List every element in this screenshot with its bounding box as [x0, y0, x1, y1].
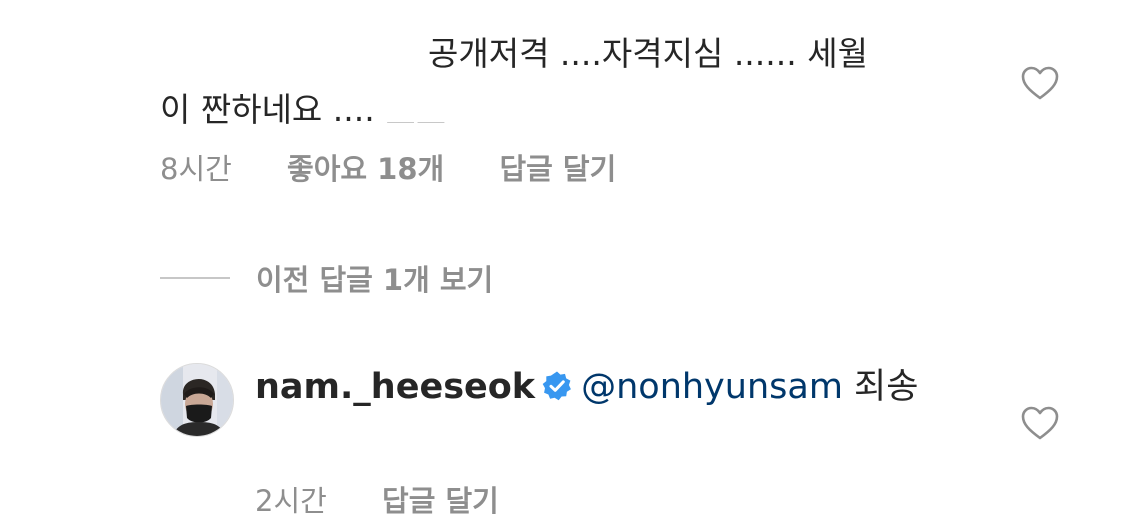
comment-username[interactable]: nam._heeseok: [255, 367, 535, 407]
reply-comment: nam._heeseok @nonhyunsam 죄송: [255, 362, 975, 412]
comment-meta: 8시간 좋아요 18개 답글 달기: [160, 146, 662, 188]
reply-button[interactable]: 답글 달기: [382, 484, 499, 518]
verified-badge-icon: [541, 370, 573, 402]
reply-meta: 2시간 답글 달기: [255, 478, 545, 520]
profile-photo: [161, 364, 233, 436]
comments-panel: 공개저격 ....자격지심 ...... 세월 이 짠하네요 .... ㅜㅜ 8…: [0, 0, 1125, 530]
like-count[interactable]: 좋아요 18개: [287, 152, 444, 186]
heart-outline-icon: [1021, 406, 1059, 440]
divider-line: [160, 277, 230, 279]
comment-time[interactable]: 8시간: [160, 152, 232, 186]
avatar[interactable]: [160, 363, 234, 437]
reply-time[interactable]: 2시간: [255, 484, 327, 518]
heart-outline-icon: [1021, 66, 1059, 100]
comment-line-2: 이 짠하네요 ....: [160, 90, 386, 129]
reply-button[interactable]: 답글 달기: [499, 152, 616, 186]
comment-text: 공개저격 ....자격지심 ...... 세월 이 짠하네요 .... ㅜㅜ: [160, 26, 960, 138]
comment-line-1: 공개저격 ....자격지심 ...... 세월: [428, 34, 868, 73]
heart-icon[interactable]: [1020, 404, 1060, 444]
view-replies-button[interactable]: 이전 답글 1개 보기: [160, 257, 493, 299]
mention-link[interactable]: @nonhyunsam: [581, 367, 843, 407]
reply-text: 죄송: [842, 367, 919, 407]
view-replies-label: 이전 답글 1개 보기: [256, 263, 494, 297]
comment-line-2-end: ㅜㅜ: [385, 101, 446, 123]
heart-icon[interactable]: [1020, 64, 1060, 104]
